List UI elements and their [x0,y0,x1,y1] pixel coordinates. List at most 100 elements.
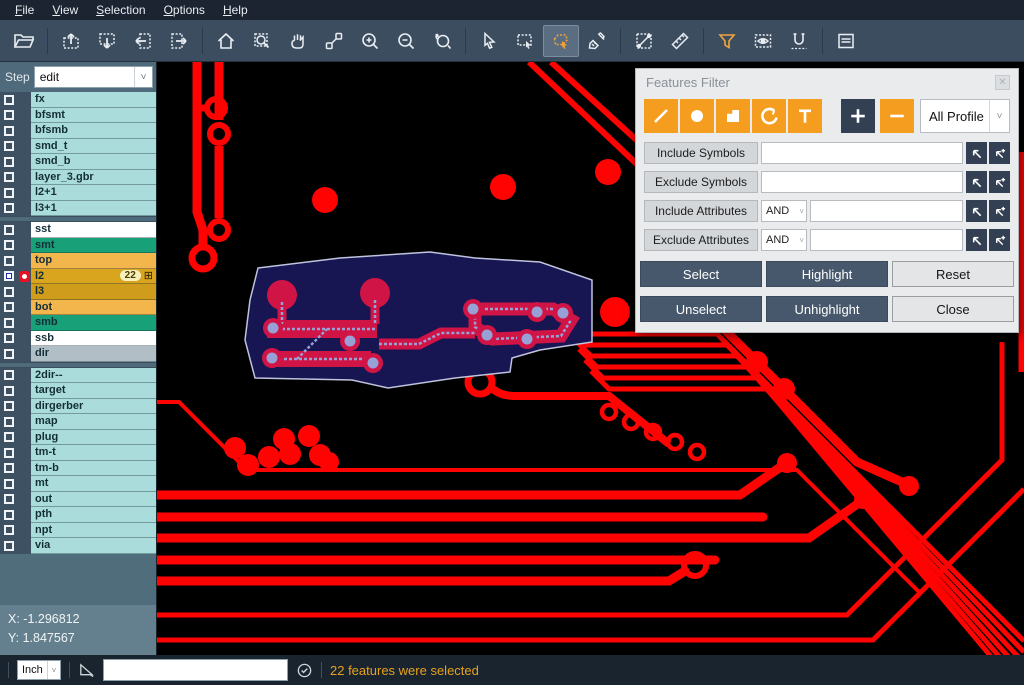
pick-add-attribute-button[interactable] [989,200,1010,222]
layer-checkbox[interactable] [4,318,14,328]
dialog-titlebar[interactable]: Features Filter ✕ [636,69,1018,95]
menu-file[interactable]: File [6,1,43,19]
layer-row-via[interactable]: via [0,538,156,554]
include-symbols-input[interactable] [761,142,963,164]
line-feature-button[interactable] [644,99,678,133]
text-feature-button[interactable] [788,99,822,133]
select-button[interactable]: Select [640,261,762,287]
clean-brush-button[interactable] [579,25,615,57]
remove-filter-button[interactable] [880,99,914,133]
include-attributes-button[interactable]: Include Attributes [644,200,758,222]
layer-checkbox[interactable] [4,95,14,105]
layer-checkbox[interactable] [4,386,14,396]
pick-symbol-button[interactable] [966,171,987,193]
pick-add-symbol-button[interactable] [989,142,1010,164]
layer-row-l2-active[interactable]: l222⊞ [0,269,156,285]
layer-row-target[interactable]: target [0,383,156,399]
panel-list-button[interactable] [828,25,864,57]
pan-down-button[interactable] [89,25,125,57]
layer-row-out[interactable]: out [0,492,156,508]
arc-feature-button[interactable] [752,99,786,133]
layer-checkbox[interactable] [4,256,14,266]
layer-row-smd_t[interactable]: smd_t [0,139,156,155]
reset-button[interactable]: Reset [892,261,1014,287]
include-attributes-input[interactable] [810,200,963,222]
features-filter-button[interactable] [709,25,745,57]
layer-checkbox[interactable] [4,225,14,235]
pick-symbol-button[interactable] [966,142,987,164]
unselect-button[interactable]: Unselect [640,296,762,322]
layer-row-top[interactable]: top [0,253,156,269]
exclude-attributes-button[interactable]: Exclude Attributes [644,229,758,251]
layer-checkbox[interactable] [4,349,14,359]
menu-help[interactable]: Help [214,1,257,19]
layer-checkbox[interactable] [4,541,14,551]
layer-row-dirgerber[interactable]: dirgerber [0,399,156,415]
zoom-out-button[interactable] [388,25,424,57]
layer-row-plug[interactable]: plug [0,430,156,446]
include-symbols-button[interactable]: Include Symbols [644,142,758,164]
layer-row-ssb[interactable]: ssb [0,331,156,347]
layer-row-dir[interactable]: dir [0,346,156,362]
exclude-attributes-operator-select[interactable]: AND˅ [761,229,807,251]
layer-row-sst[interactable]: sst [0,222,156,238]
layer-row-tm-t[interactable]: tm-t [0,445,156,461]
layer-checkbox[interactable] [4,141,14,151]
layer-row-l2plus1[interactable]: l2+1 [0,185,156,201]
snap-button[interactable] [781,25,817,57]
surface-feature-button[interactable] [716,99,750,133]
step-select[interactable]: edit ˅ [34,66,153,88]
refresh-icon[interactable] [296,662,313,679]
dialog-close-icon[interactable]: ✕ [995,75,1010,90]
home-view-button[interactable] [208,25,244,57]
layer-row-l3plus1[interactable]: l3+1 [0,201,156,217]
menu-view[interactable]: View [43,1,87,19]
layer-checkbox[interactable] [4,463,14,473]
layer-checkbox[interactable] [4,172,14,182]
layer-checkbox[interactable] [4,188,14,198]
layer-checkbox[interactable] [4,525,14,535]
highlight-button[interactable]: Highlight [766,261,888,287]
menu-selection[interactable]: Selection [87,1,154,19]
pan-left-button[interactable] [125,25,161,57]
measure-line-button[interactable] [626,25,662,57]
layer-checkbox[interactable] [4,302,14,312]
layer-checkbox[interactable] [4,287,14,297]
layer-checkbox[interactable] [4,370,14,380]
add-filter-button[interactable] [841,99,875,133]
layer-checkbox[interactable] [4,157,14,167]
grid-icon[interactable]: ⊞ [144,271,153,281]
layer-row-tm-b[interactable]: tm-b [0,461,156,477]
include-attributes-operator-select[interactable]: AND˅ [761,200,807,222]
layer-row-mt[interactable]: mt [0,476,156,492]
pan-hand-button[interactable] [280,25,316,57]
pan-right-button[interactable] [161,25,197,57]
layer-checkbox[interactable] [4,432,14,442]
menu-options[interactable]: Options [155,1,214,19]
pad-feature-button[interactable] [680,99,714,133]
layer-row-l3[interactable]: l3 [0,284,156,300]
pick-attribute-button[interactable] [966,229,987,251]
pcb-canvas[interactable]: Features Filter ✕ All Profile ˅ [157,62,1024,655]
rect-select-button[interactable] [507,25,543,57]
zoom-object-button[interactable] [316,25,352,57]
pick-add-symbol-button[interactable] [989,171,1010,193]
layer-checkbox[interactable] [4,240,14,250]
command-input[interactable] [103,659,288,681]
layer-checkbox[interactable] [4,110,14,120]
select-tool-button[interactable] [471,25,507,57]
layer-checkbox[interactable] [4,203,14,213]
layer-checkbox[interactable] [4,494,14,504]
unit-select[interactable]: Inch ˅ [17,660,61,680]
layer-row-bfsmt[interactable]: bfsmt [0,108,156,124]
pan-up-button[interactable] [53,25,89,57]
layer-checkbox[interactable] [4,417,14,427]
zoom-in-button[interactable] [352,25,388,57]
layer-checkbox[interactable] [4,479,14,489]
exclude-attributes-input[interactable] [810,229,963,251]
polygon-select-button[interactable] [543,25,579,57]
layer-row-smb[interactable]: smb [0,315,156,331]
pick-add-attribute-button[interactable] [989,229,1010,251]
pick-attribute-button[interactable] [966,200,987,222]
zoom-previous-button[interactable] [424,25,460,57]
